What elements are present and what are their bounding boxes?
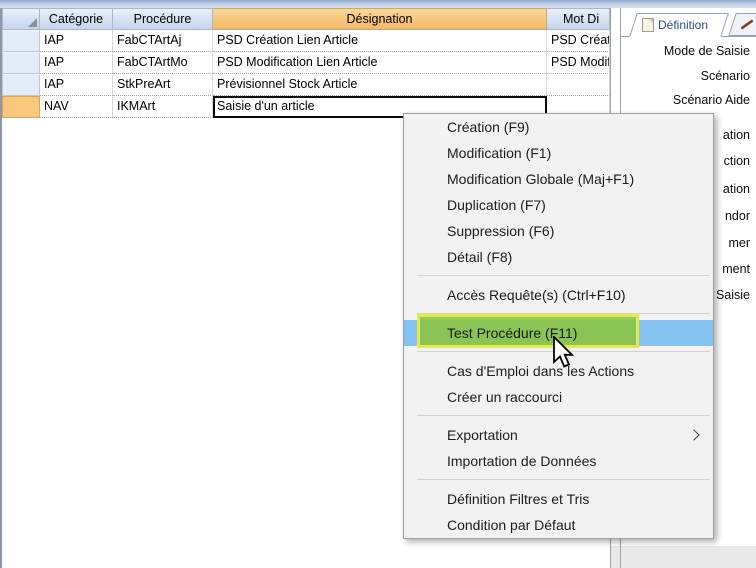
- field-label-fragment: ment: [722, 262, 750, 276]
- mouse-cursor-icon: [552, 336, 578, 372]
- table-row: IAP FabCTArtAj PSD Création Lien Article…: [2, 30, 610, 52]
- menu-item-suppression[interactable]: Suppression (F6): [404, 218, 713, 244]
- field-label-scenario-aide: Scénario Aide: [673, 93, 750, 107]
- field-label-fragment: ation: [723, 128, 750, 142]
- window-top-strip: [0, 0, 756, 8]
- column-header-mot-directeur[interactable]: Mot Di: [547, 8, 610, 30]
- menu-separator: [404, 474, 713, 486]
- menu-separator: [404, 270, 713, 282]
- row-selector[interactable]: [2, 52, 40, 74]
- table-header-row: Catégorie Procédure Désignation Mot Di: [2, 8, 610, 30]
- column-header-categorie[interactable]: Catégorie: [40, 8, 113, 30]
- field-label-mode-de-saisie: Mode de Saisie: [664, 44, 750, 58]
- panel-bottom-area: [621, 546, 756, 568]
- tab-label: Définition: [658, 18, 708, 32]
- cell-categorie[interactable]: IAP: [40, 74, 113, 96]
- field-label-fragment: ndor: [725, 209, 750, 223]
- cell-categorie[interactable]: IAP: [40, 30, 113, 52]
- cell-mot-directeur[interactable]: [547, 74, 610, 96]
- cell-mot-directeur[interactable]: PSD Modif: [547, 52, 610, 74]
- cell-designation[interactable]: PSD Création Lien Article: [213, 30, 547, 52]
- menu-item-creation[interactable]: Création (F9): [404, 114, 713, 140]
- cell-categorie[interactable]: NAV: [40, 96, 113, 118]
- table-row: IAP FabCTArtMo PSD Modification Lien Art…: [2, 52, 610, 74]
- row-selector[interactable]: [2, 74, 40, 96]
- menu-item-detail[interactable]: Détail (F8): [404, 244, 713, 270]
- menu-item-importation[interactable]: Importation de Données: [404, 448, 713, 474]
- column-header-procedure[interactable]: Procédure: [113, 8, 213, 30]
- menu-item-duplication[interactable]: Duplication (F7): [404, 192, 713, 218]
- menu-item-definition-filtres[interactable]: Définition Filtres et Tris: [404, 486, 713, 512]
- menu-item-condition-defaut[interactable]: Condition par Défaut: [404, 512, 713, 538]
- tab-definition[interactable]: Définition: [629, 13, 729, 37]
- pane-gap: [611, 546, 620, 568]
- cell-procedure[interactable]: StkPreArt: [113, 74, 213, 96]
- field-label-fragment: ation: [723, 182, 750, 196]
- select-all-corner[interactable]: [2, 8, 40, 30]
- menu-item-acces-requetes[interactable]: Accès Requête(s) (Ctrl+F10): [404, 282, 713, 308]
- field-label-scenario: Scénario: [701, 69, 750, 83]
- cell-procedure[interactable]: FabCTArtAj: [113, 30, 213, 52]
- cell-designation[interactable]: PSD Modification Lien Article: [213, 52, 547, 74]
- tab-next-partial[interactable]: [728, 13, 756, 36]
- row-selector[interactable]: [2, 30, 40, 52]
- pencil-icon: [741, 19, 754, 29]
- menu-item-modification[interactable]: Modification (F1): [404, 140, 713, 166]
- field-label-fragment: Saisie: [716, 288, 750, 302]
- field-label-fragment: ction: [724, 154, 750, 168]
- column-header-designation[interactable]: Désignation: [213, 8, 547, 30]
- menu-item-exportation[interactable]: Exportation: [404, 422, 713, 448]
- note-icon: [642, 18, 654, 32]
- row-selector-active[interactable]: [2, 96, 40, 118]
- field-label-fragment: mer: [728, 236, 750, 250]
- submenu-arrow-icon: [688, 429, 699, 440]
- menu-separator: [404, 410, 713, 422]
- procedure-table: Catégorie Procédure Désignation Mot Di I…: [2, 8, 610, 118]
- menu-item-modification-globale[interactable]: Modification Globale (Maj+F1): [404, 166, 713, 192]
- cell-procedure[interactable]: FabCTArtMo: [113, 52, 213, 74]
- corner-triangle-icon: [28, 18, 37, 27]
- context-menu: Création (F9) Modification (F1) Modifica…: [403, 113, 714, 539]
- cell-procedure[interactable]: IKMArt: [113, 96, 213, 118]
- cell-designation[interactable]: Prévisionnel Stock Article: [213, 74, 547, 96]
- menu-item-creer-raccourci[interactable]: Créer un raccourci: [404, 384, 713, 410]
- table-row: IAP StkPreArt Prévisionnel Stock Article: [2, 74, 610, 96]
- cell-mot-directeur[interactable]: PSD Créat: [547, 30, 610, 52]
- cell-categorie[interactable]: IAP: [40, 52, 113, 74]
